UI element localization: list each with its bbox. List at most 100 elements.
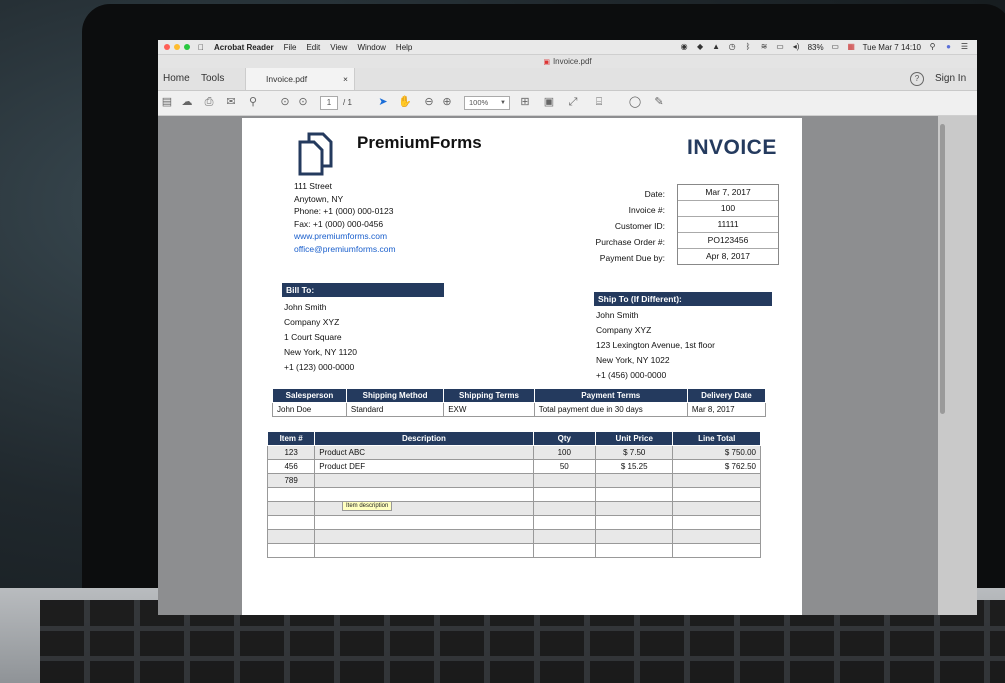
sign-in-button[interactable]: Sign In bbox=[935, 68, 966, 90]
empty-cell[interactable] bbox=[532, 487, 596, 502]
bill-to-line[interactable]: New York, NY 1120 bbox=[284, 345, 357, 360]
empty-cell[interactable] bbox=[532, 501, 596, 516]
shipping-terms-field[interactable]: EXW bbox=[443, 402, 535, 417]
payment-due-field[interactable]: Apr 8, 2017 bbox=[678, 249, 778, 264]
delivery-date-field[interactable]: Mar 8, 2017 bbox=[686, 402, 767, 417]
notification-center-icon[interactable]: ☰ bbox=[960, 43, 969, 51]
hand-tool-icon[interactable]: ✋ bbox=[398, 95, 412, 109]
time-machine-icon[interactable]: ◷ bbox=[728, 43, 737, 51]
qty-field[interactable]: 100 bbox=[532, 445, 596, 460]
empty-cell[interactable] bbox=[532, 515, 596, 530]
upload-cloud-icon[interactable]: ☁ bbox=[180, 95, 194, 109]
ship-to-line[interactable]: 123 Lexington Avenue, 1st floor bbox=[596, 338, 715, 353]
search-icon[interactable]: ⚲ bbox=[246, 95, 260, 109]
ship-to-line[interactable]: Company XYZ bbox=[596, 323, 715, 338]
tab-document[interactable]: Invoice.pdf × bbox=[245, 68, 355, 90]
search-icon[interactable]: ⚲ bbox=[928, 43, 937, 51]
creative-cloud-icon[interactable]: ◉ bbox=[680, 43, 689, 51]
ship-to-line[interactable]: John Smith bbox=[596, 308, 715, 323]
pen-icon[interactable]: ✎ bbox=[652, 95, 666, 109]
menu-window[interactable]: Window bbox=[357, 43, 385, 52]
menu-view[interactable]: View bbox=[330, 43, 347, 52]
ship-to-line[interactable]: New York, NY 1022 bbox=[596, 353, 715, 368]
empty-cell[interactable] bbox=[266, 543, 316, 558]
item-number-field[interactable]: 123 bbox=[266, 445, 316, 460]
ship-to-line[interactable]: +1 (456) 000-0000 bbox=[596, 368, 715, 383]
print-icon[interactable]: ⎙ bbox=[202, 95, 216, 109]
description-field-active[interactable] bbox=[314, 473, 534, 488]
document-canvas[interactable]: PremiumForms INVOICE 111 Street Anytown,… bbox=[158, 116, 977, 615]
description-field[interactable]: Product DEF bbox=[314, 459, 534, 474]
comment-icon[interactable]: ◯ bbox=[628, 95, 642, 109]
full-screen-icon[interactable]: ⤢ bbox=[566, 95, 580, 109]
close-window-button[interactable] bbox=[164, 44, 170, 50]
drive-icon[interactable]: ▲ bbox=[712, 43, 721, 51]
purchase-order-field[interactable]: PO123456 bbox=[678, 233, 778, 249]
wifi-icon[interactable]: ≋ bbox=[760, 43, 769, 51]
empty-cell[interactable] bbox=[594, 543, 674, 558]
empty-cell[interactable] bbox=[594, 501, 674, 516]
empty-cell[interactable] bbox=[314, 529, 534, 544]
page-layout-icon[interactable]: ⊞ bbox=[518, 95, 532, 109]
bill-to-line[interactable]: 1 Court Square bbox=[284, 330, 357, 345]
unit-price-field[interactable] bbox=[594, 473, 674, 488]
bill-to-line[interactable]: +1 (123) 000-0000 bbox=[284, 360, 357, 375]
qty-field[interactable]: 50 bbox=[532, 459, 596, 474]
empty-cell[interactable] bbox=[314, 515, 534, 530]
siri-icon[interactable]: ● bbox=[944, 43, 953, 51]
bill-to-line[interactable]: Company XYZ bbox=[284, 315, 357, 330]
help-icon[interactable]: ? bbox=[910, 72, 924, 86]
invoice-number-field[interactable]: 100 bbox=[678, 201, 778, 217]
read-mode-icon[interactable]: ⌸ bbox=[592, 95, 606, 109]
empty-cell[interactable] bbox=[266, 529, 316, 544]
menu-app-name[interactable]: Acrobat Reader bbox=[214, 43, 274, 52]
volume-icon[interactable]: ◂) bbox=[792, 43, 801, 51]
minimize-window-button[interactable] bbox=[174, 44, 180, 50]
unit-price-field[interactable]: $ 15.25 bbox=[594, 459, 674, 474]
zoom-select[interactable]: 100% ▼ bbox=[464, 96, 510, 110]
empty-cell[interactable] bbox=[532, 529, 596, 544]
empty-cell[interactable] bbox=[266, 501, 316, 516]
save-icon[interactable]: ▤ bbox=[160, 95, 174, 109]
empty-cell[interactable] bbox=[314, 543, 534, 558]
tab-tools[interactable]: Tools bbox=[201, 68, 224, 90]
zoom-out-icon[interactable]: ⊖ bbox=[422, 95, 436, 109]
zoom-in-icon[interactable]: ⊕ bbox=[440, 95, 454, 109]
empty-cell[interactable] bbox=[594, 515, 674, 530]
empty-cell[interactable] bbox=[266, 487, 316, 502]
customer-id-field[interactable]: 11111 bbox=[678, 217, 778, 233]
fit-page-icon[interactable]: ▣ bbox=[542, 95, 556, 109]
dropbox-icon[interactable]: ◆ bbox=[696, 43, 705, 51]
website-link[interactable]: www.premiumforms.com bbox=[294, 230, 396, 243]
salesperson-field[interactable]: John Doe bbox=[272, 402, 347, 417]
page-number-input[interactable]: 1 bbox=[320, 96, 338, 110]
menu-edit[interactable]: Edit bbox=[306, 43, 320, 52]
date-field[interactable]: Mar 7, 2017 bbox=[678, 185, 778, 201]
mail-icon[interactable]: ✉ bbox=[224, 95, 238, 109]
scrollbar-thumb[interactable] bbox=[940, 124, 945, 414]
next-page-icon[interactable]: ⊙ bbox=[296, 95, 310, 109]
close-tab-icon[interactable]: × bbox=[343, 68, 348, 90]
empty-cell[interactable] bbox=[266, 515, 316, 530]
shipping-method-field[interactable]: Standard bbox=[345, 402, 445, 417]
item-number-field[interactable]: 456 bbox=[266, 459, 316, 474]
airplay-icon[interactable]: ▭ bbox=[776, 43, 785, 51]
unit-price-field[interactable]: $ 7.50 bbox=[594, 445, 674, 460]
empty-cell[interactable] bbox=[314, 487, 534, 502]
empty-cell[interactable] bbox=[532, 543, 596, 558]
tab-home[interactable]: Home bbox=[163, 68, 190, 90]
email-link[interactable]: office@premiumforms.com bbox=[294, 243, 396, 256]
bluetooth-icon[interactable]: ᛒ bbox=[744, 43, 753, 51]
qty-field[interactable] bbox=[532, 473, 596, 488]
empty-cell[interactable] bbox=[594, 529, 674, 544]
apple-icon[interactable]:  bbox=[198, 43, 204, 52]
menu-file[interactable]: File bbox=[284, 43, 297, 52]
previous-page-icon[interactable]: ⊙ bbox=[278, 95, 292, 109]
zoom-window-button[interactable] bbox=[184, 44, 190, 50]
flag-icon[interactable]: ▦ bbox=[847, 43, 856, 51]
item-number-field[interactable]: 789 bbox=[266, 473, 316, 488]
bill-to-line[interactable]: John Smith bbox=[284, 300, 357, 315]
empty-cell[interactable] bbox=[594, 487, 674, 502]
payment-terms-field[interactable]: Total payment due in 30 days bbox=[533, 402, 688, 417]
clock[interactable]: Tue Mar 7 14:10 bbox=[863, 43, 921, 52]
